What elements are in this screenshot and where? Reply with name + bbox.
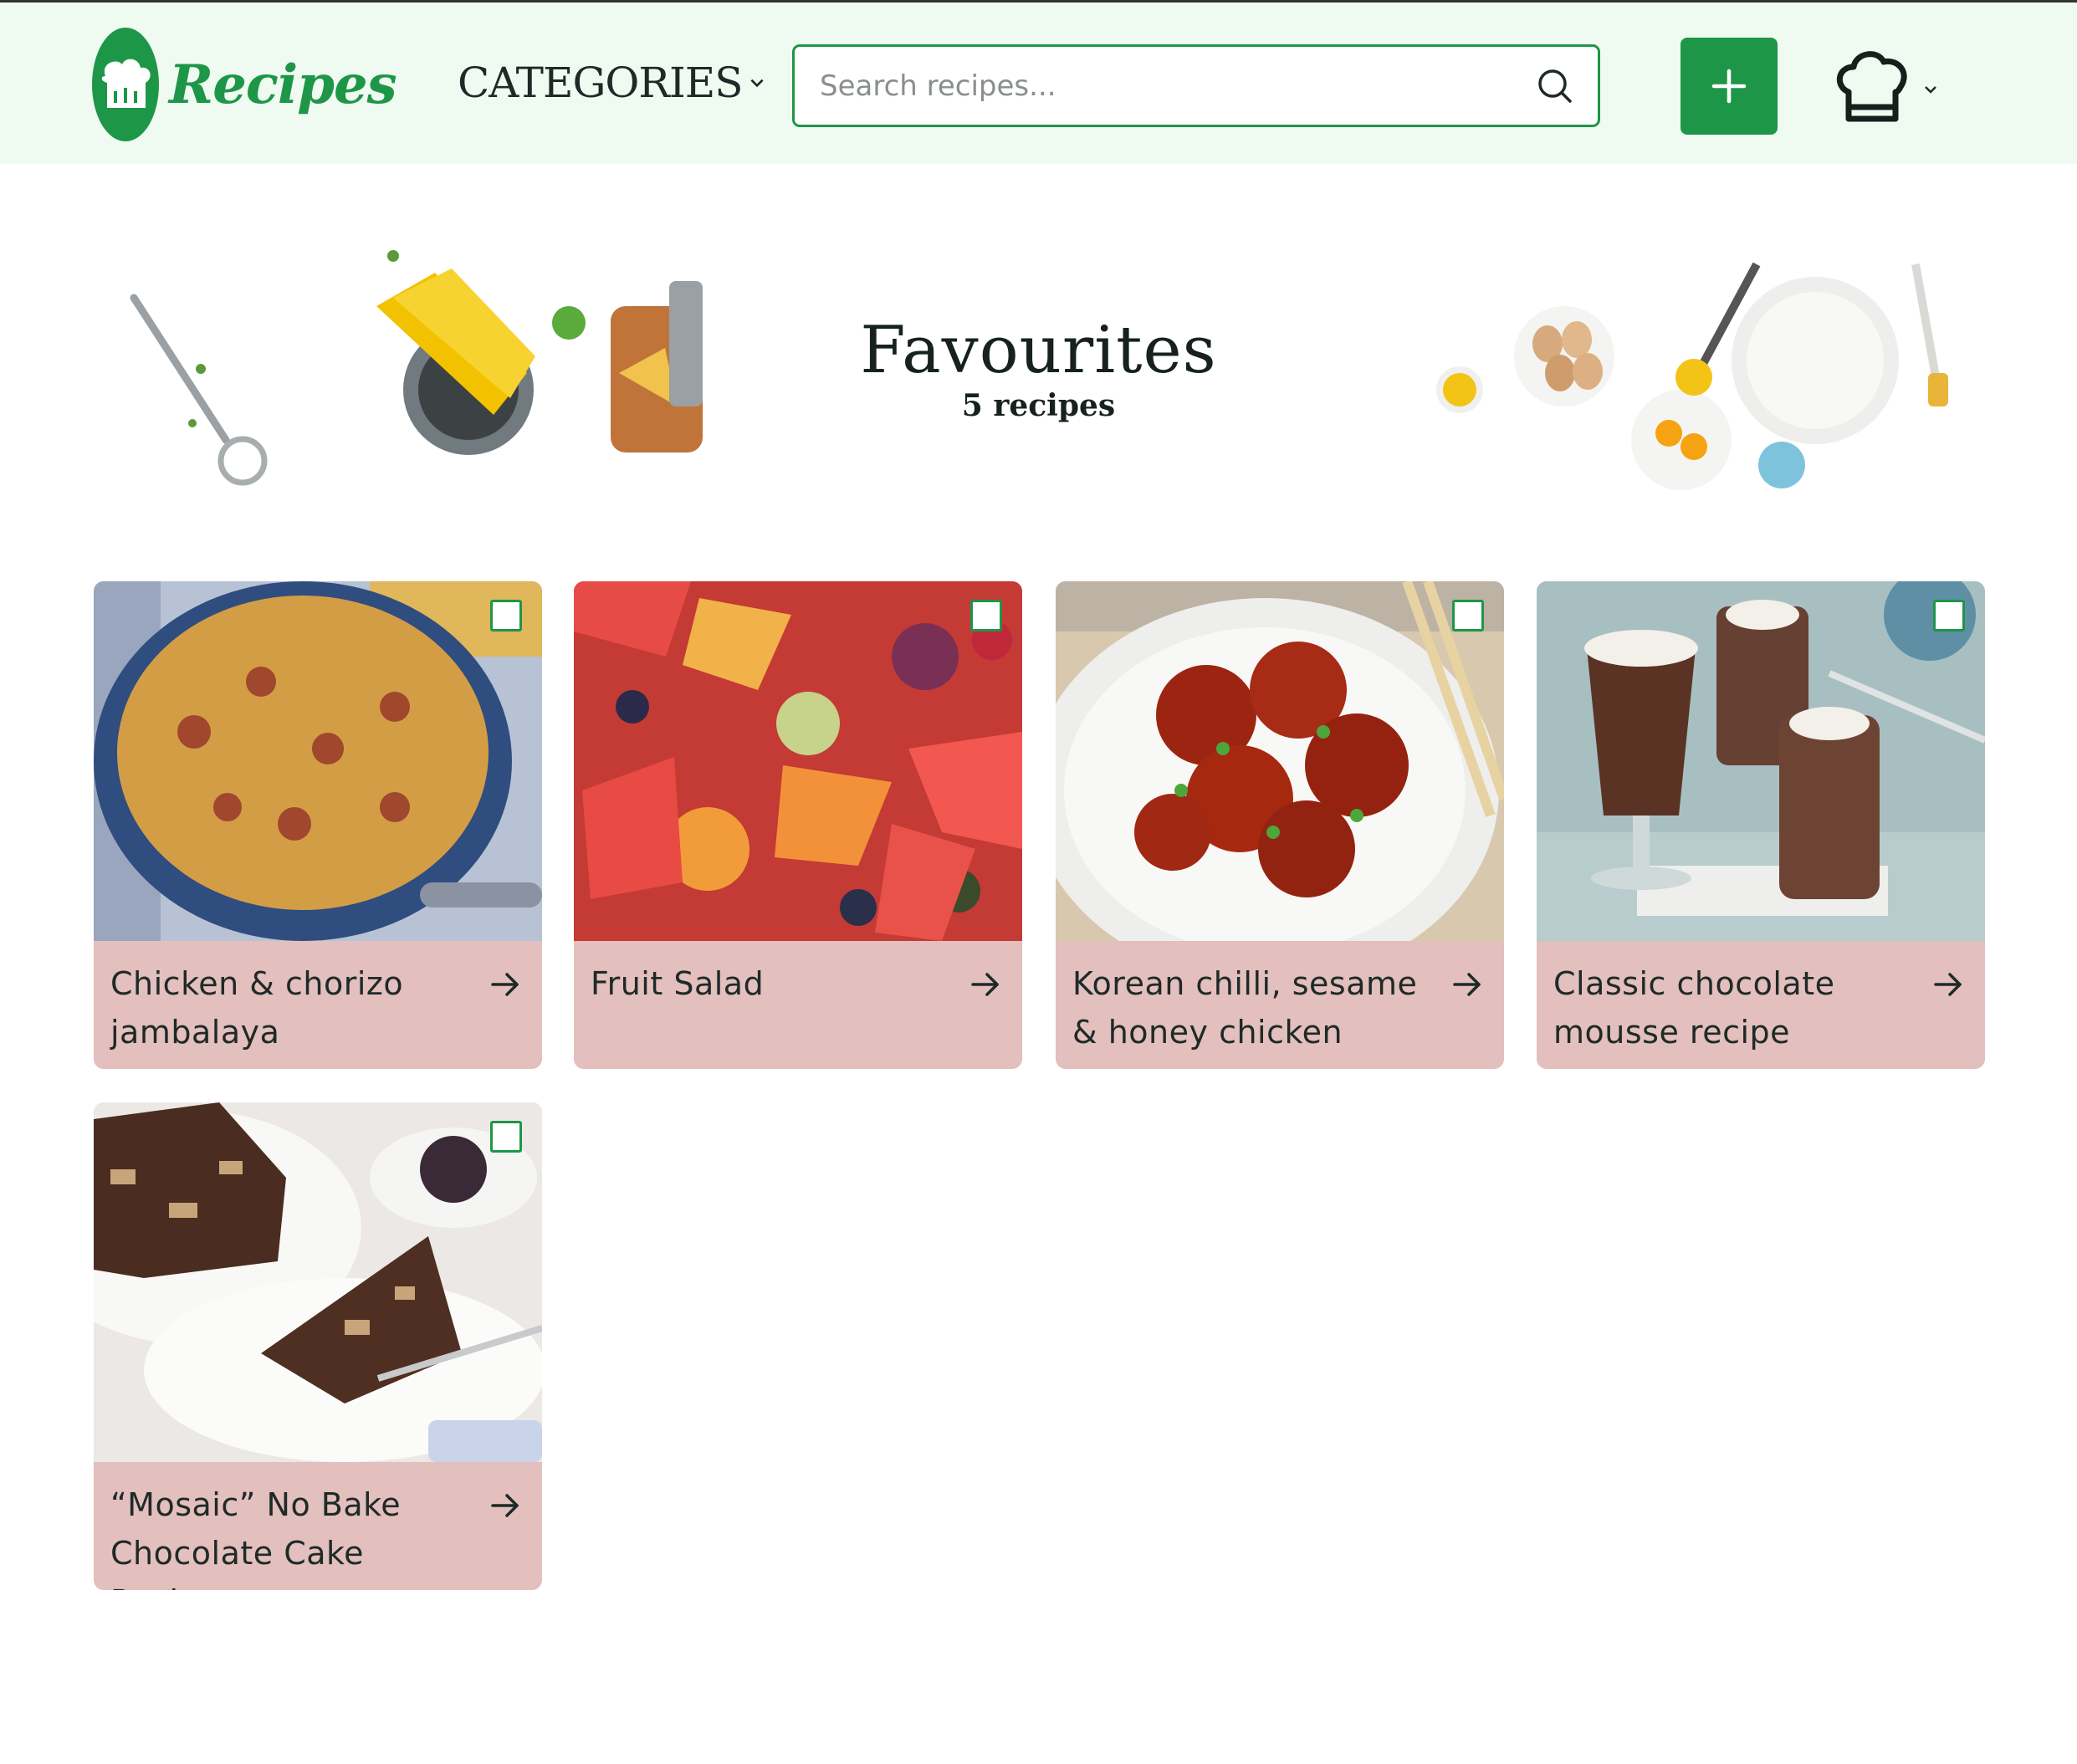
recipe-image-chocolate-mousse [1537,581,1985,941]
chef-hat-logo-icon [92,28,159,141]
categories-label: CATEGORIES [458,59,744,107]
profile-menu[interactable] [1830,43,1947,131]
top-navbar: Recipes CATEGORIES [0,3,2077,164]
favourites-hero: Favourites 5 recipes [0,164,2077,549]
recipe-card[interactable]: Chicken & chorizo jambalaya [94,581,542,1069]
arrow-right-icon[interactable] [969,968,1002,1001]
chef-hat-icon [1837,51,1907,122]
search-input[interactable] [795,47,1534,125]
arrow-right-icon[interactable] [1931,968,1965,1001]
chevron-down-icon [749,79,764,88]
categories-dropdown[interactable]: CATEGORIES [458,56,766,110]
plus-icon [1711,69,1747,104]
recipe-image-korean-chicken [1056,581,1504,941]
recipe-title: Fruit Salad [591,965,765,1002]
select-checkbox[interactable] [1452,600,1484,631]
recipe-image-jambalaya [94,581,542,941]
arrow-right-icon[interactable] [489,1489,522,1522]
recipe-card[interactable]: Korean chilli, sesame & honey chicken [1056,581,1504,1069]
chevron-down-icon [1925,86,1936,94]
recipe-card[interactable]: Classic chocolate mousse recipe [1537,581,1985,1069]
arrow-right-icon[interactable] [489,968,522,1001]
search-bar [792,44,1600,127]
recipe-card[interactable]: “Mosaic” No Bake Chocolate Cake Recipe [94,1102,542,1590]
recipe-title: Chicken & chorizo jambalaya [110,965,404,1051]
select-checkbox[interactable] [970,600,1002,631]
recipe-card[interactable]: Fruit Salad [574,581,1022,1069]
add-recipe-button[interactable] [1681,38,1778,135]
recipe-image-mosaic-cake [94,1102,542,1462]
arrow-right-icon[interactable] [1450,968,1484,1001]
select-checkbox[interactable] [1933,600,1965,631]
recipe-image-fruit-salad [574,581,1022,941]
logo-text: Recipes [169,53,397,116]
select-checkbox[interactable] [490,600,522,631]
recipe-title: Classic chocolate mousse recipe [1553,965,1835,1051]
select-checkbox[interactable] [490,1121,522,1153]
baking-ingredients-icon [1436,262,1948,490]
search-icon[interactable] [1534,65,1576,107]
recipe-title: “Mosaic” No Bake Chocolate Cake Recipe [110,1486,402,1590]
logo[interactable]: Recipes [92,28,397,141]
page: Recipes CATEGORIES Search recipes... Fav… [0,0,2077,1764]
recipe-title: Korean chilli, sesame & honey chicken [1072,965,1418,1051]
